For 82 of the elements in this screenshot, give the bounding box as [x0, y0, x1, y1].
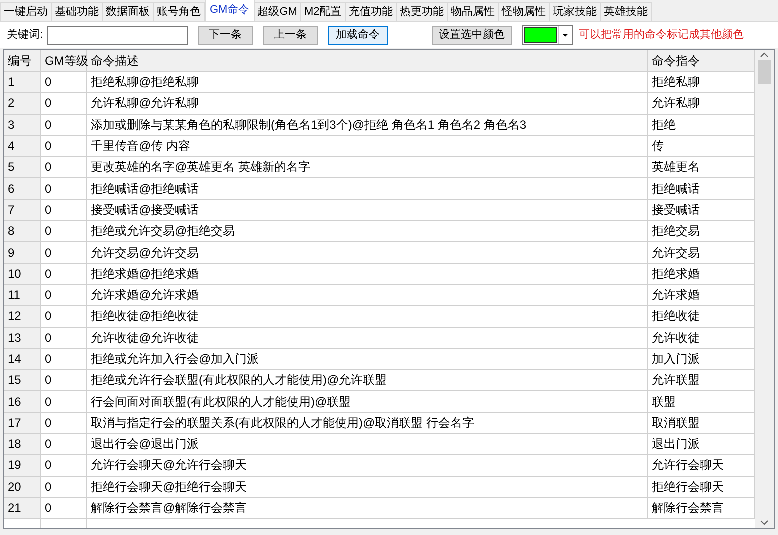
table-cell: 拒绝或允许交易@拒绝交易 — [87, 221, 648, 242]
row-number-cell: 17 — [4, 412, 41, 434]
table-cell: 行会间面对面联盟(有此权限的人才能使用)@联盟 — [87, 391, 648, 412]
table-cell: 拒绝或允许行会联盟(有此权限的人才能使用)@允许联盟 — [87, 370, 648, 390]
table-cell: 0 — [41, 434, 87, 454]
row-number-cell: 16 — [4, 391, 41, 412]
row-number-cell: 5 — [4, 157, 41, 178]
keyword-field[interactable] — [47, 26, 188, 44]
table-cell: 0 — [41, 348, 87, 370]
tab[interactable]: 英雄技能 — [600, 2, 652, 21]
table-cell: 0 — [41, 391, 87, 412]
toolbar-button[interactable]: 加载命令 — [328, 26, 388, 44]
tab[interactable]: GM命令 — [205, 0, 255, 21]
table-cell: 0 — [41, 242, 87, 263]
table-cell: 拒绝或允许加入行会@加入门派 — [87, 348, 648, 370]
table-cell: 解除行会禁言@解除行会禁言 — [87, 498, 648, 518]
table-cell: 拒绝私聊@拒绝私聊 — [87, 72, 648, 92]
table-cell: 0 — [41, 93, 87, 114]
row-number-cell: 10 — [4, 264, 41, 284]
color-picker[interactable] — [522, 25, 574, 45]
row-number-cell: 7 — [4, 200, 41, 220]
row-number-cell: 19 — [4, 455, 41, 476]
scroll-up-icon[interactable] — [760, 52, 769, 58]
table-cell: 0 — [41, 72, 87, 92]
table-cell: 拒绝求婚@拒绝求婚 — [87, 264, 648, 284]
column-header[interactable]: 命令描述 — [87, 50, 648, 71]
table-cell: 0 — [41, 455, 87, 476]
table-cell: 0 — [41, 264, 87, 284]
table-cell: 允许私聊@允许私聊 — [87, 93, 648, 114]
table-cell: 允许交易@允许交易 — [87, 242, 648, 263]
table-cell: 拒绝收徒@拒绝收徒 — [87, 306, 648, 327]
row-number-cell: 21 — [4, 498, 41, 518]
row-number-cell: 4 — [4, 136, 41, 156]
set-color-button[interactable]: 设置选中颜色 — [432, 26, 512, 44]
toolbar-button[interactable]: 上一条 — [263, 26, 318, 44]
table-cell: 0 — [41, 476, 87, 497]
row-number-cell: 11 — [4, 284, 41, 306]
table-cell: 拒绝喊话@拒绝喊话 — [87, 178, 648, 199]
row-number-cell: 6 — [4, 178, 41, 199]
row-number-cell: 3 — [4, 114, 41, 135]
row-number-cell: 14 — [4, 348, 41, 370]
keyword-label: 关键词: — [7, 28, 44, 43]
hint-text: 可以把常用的命令标记成其他颜色 — [579, 28, 744, 43]
table-cell: 0 — [41, 306, 87, 327]
row-number-cell: 20 — [4, 476, 41, 497]
table-cell: 取消与指定行会的联盟关系(有此权限的人才能使用)@取消联盟 行会名字 — [87, 412, 648, 434]
tab[interactable]: 账号角色 — [153, 2, 205, 21]
row-number-cell: 9 — [4, 242, 41, 263]
row-number-cell: 13 — [4, 328, 41, 348]
table-cell: 0 — [41, 412, 87, 434]
table-cell: 退出行会@退出门派 — [87, 434, 648, 454]
tab[interactable]: 一键启动 — [0, 2, 52, 21]
table-cell: 0 — [41, 498, 87, 518]
table-cell: 允许行会聊天@允许行会聊天 — [87, 455, 648, 476]
scrollbar-thumb[interactable] — [758, 60, 771, 84]
table-cell: 添加或删除与某某角色的私聊限制(角色名1到3个)@拒绝 角色名1 角色名2 角色名3 — [87, 114, 648, 135]
table-cell: 0 — [41, 200, 87, 220]
table-cell: 0 — [41, 114, 87, 135]
table-cell: 允许求婚@允许求婚 — [87, 284, 648, 306]
table-cell: 0 — [41, 178, 87, 199]
table-cell: 0 — [41, 328, 87, 348]
row-number-cell: 12 — [4, 306, 41, 327]
row-number-cell: 18 — [4, 434, 41, 454]
table-cell: 0 — [41, 136, 87, 156]
column-header[interactable]: 编号 — [4, 50, 41, 71]
table-cell: 0 — [41, 370, 87, 390]
table-cell: 0 — [41, 157, 87, 178]
table-cell: 允许收徒@允许收徒 — [87, 328, 648, 348]
row-number-cell: 8 — [4, 221, 41, 242]
table-cell: 千里传音@传 内容 — [87, 136, 648, 156]
row-number-cell: 1 — [4, 72, 41, 92]
row-number-cell: 2 — [4, 93, 41, 114]
table-cell: 接受喊话@接受喊话 — [87, 200, 648, 220]
scroll-down-icon[interactable] — [760, 520, 769, 526]
vertical-scrollbar[interactable] — [755, 50, 774, 528]
table-cell: 更改英雄的名字@英雄更名 英雄新的名字 — [87, 157, 648, 178]
toolbar-button[interactable]: 下一条 — [198, 26, 254, 44]
row-number-cell: 15 — [4, 370, 41, 390]
table-cell: 0 — [41, 221, 87, 242]
table-cell: 0 — [41, 284, 87, 306]
column-header[interactable]: GM等级 — [41, 50, 87, 71]
table-cell: 拒绝行会聊天@拒绝行会聊天 — [87, 476, 648, 497]
